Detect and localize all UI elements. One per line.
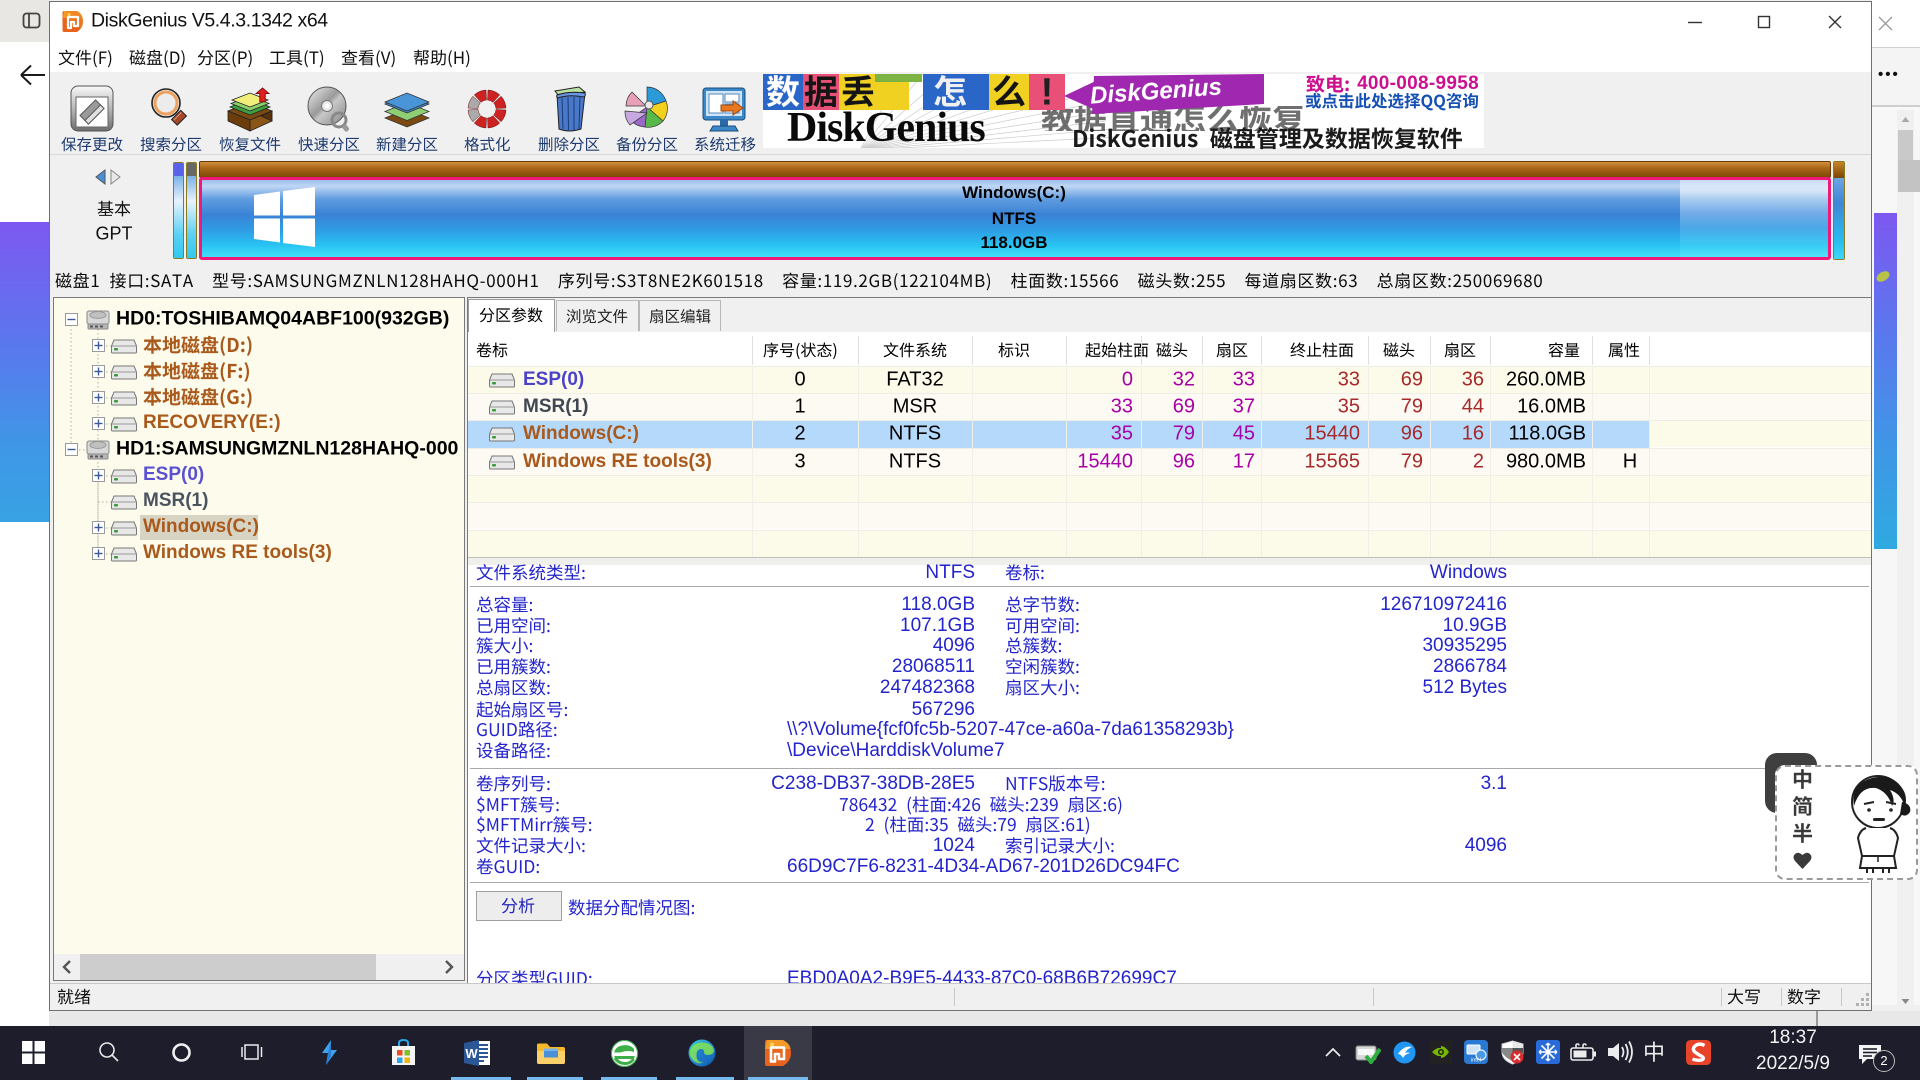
svg-text:W: W xyxy=(465,1046,478,1061)
svg-text:intel: intel xyxy=(1471,1058,1481,1064)
